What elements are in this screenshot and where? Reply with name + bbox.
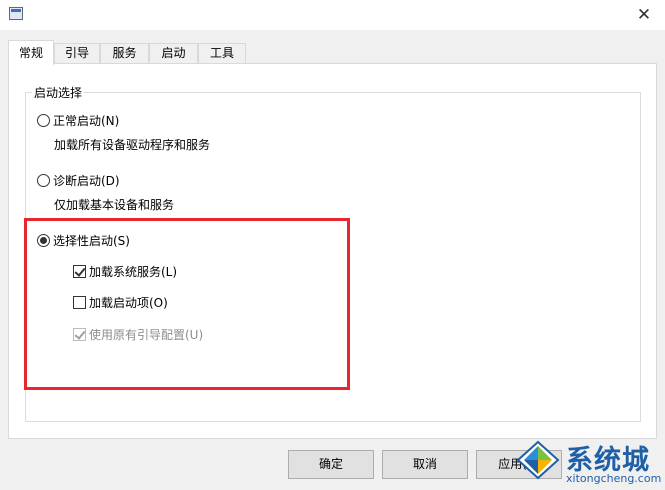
radio-indicator bbox=[37, 174, 50, 187]
ok-button[interactable]: 确定 bbox=[288, 450, 374, 479]
startup-selection-group: 启动选择 正常启动(N) 加载所有设备驱动程序和服务 诊断启动(D) 仅加载基本… bbox=[25, 84, 641, 422]
tab-boot[interactable]: 引导 bbox=[54, 43, 100, 64]
selective-startup-radio[interactable]: 选择性启动(S) bbox=[37, 232, 130, 249]
app-icon bbox=[9, 7, 23, 20]
load-system-services-label: 加载系统服务(L) bbox=[89, 265, 178, 279]
title-bar: ✕ bbox=[0, 0, 665, 30]
use-original-boot-config-checkbox: 使用原有引导配置(U) bbox=[73, 326, 203, 343]
checkbox-indicator bbox=[73, 296, 86, 309]
diagnostic-startup-description: 仅加载基本设备和服务 bbox=[54, 198, 175, 212]
normal-startup-description: 加载所有设备驱动程序和服务 bbox=[54, 138, 211, 152]
tab-general[interactable]: 常规 bbox=[8, 40, 54, 65]
load-system-services-checkbox[interactable]: 加载系统服务(L) bbox=[73, 263, 177, 280]
load-startup-items-label: 加载启动项(O) bbox=[89, 296, 168, 310]
normal-startup-radio[interactable]: 正常启动(N) bbox=[37, 112, 119, 129]
tab-tools[interactable]: 工具 bbox=[198, 43, 246, 64]
checkbox-indicator-checked bbox=[73, 265, 86, 278]
group-title: 启动选择 bbox=[32, 84, 85, 101]
watermark-logo-icon bbox=[516, 440, 560, 480]
radio-indicator-selected bbox=[37, 234, 50, 247]
diagnostic-startup-radio[interactable]: 诊断启动(D) bbox=[37, 172, 120, 189]
radio-indicator bbox=[37, 114, 50, 127]
close-button[interactable]: ✕ bbox=[629, 4, 659, 26]
diagnostic-startup-label: 诊断启动(D) bbox=[53, 174, 120, 188]
tab-panel-general: 启动选择 正常启动(N) 加载所有设备驱动程序和服务 诊断启动(D) 仅加载基本… bbox=[8, 63, 657, 439]
checkbox-indicator-disabled bbox=[73, 328, 86, 341]
watermark-url: xitongcheng.com bbox=[566, 472, 662, 485]
watermark: 系统城 xitongcheng.com bbox=[512, 436, 662, 488]
selective-startup-label: 选择性启动(S) bbox=[53, 234, 130, 248]
use-original-boot-config-label: 使用原有引导配置(U) bbox=[89, 328, 204, 342]
tab-startup[interactable]: 启动 bbox=[149, 43, 198, 64]
tab-services[interactable]: 服务 bbox=[100, 43, 149, 64]
normal-startup-label: 正常启动(N) bbox=[53, 114, 120, 128]
load-startup-items-checkbox[interactable]: 加载启动项(O) bbox=[73, 294, 168, 311]
cancel-button[interactable]: 取消 bbox=[382, 450, 468, 479]
